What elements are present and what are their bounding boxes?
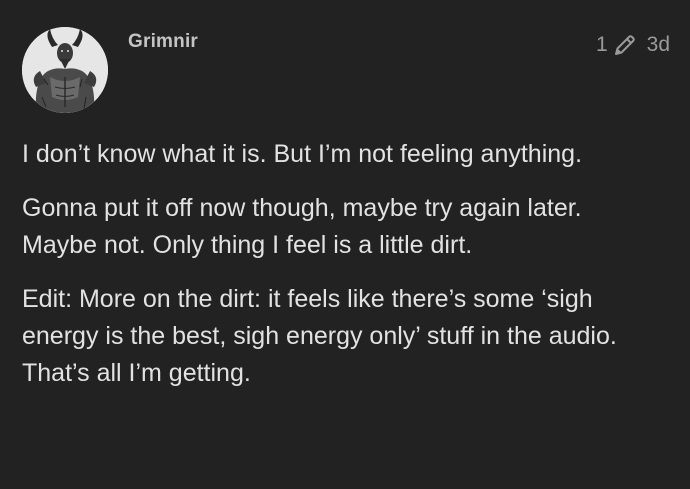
- post-paragraph: Edit: More on the dirt: it feels like th…: [22, 285, 617, 387]
- pencil-icon[interactable]: [613, 33, 637, 57]
- avatar-illustration: [22, 27, 108, 113]
- edit-count[interactable]: 1: [596, 33, 608, 57]
- post-paragraph: Gonna put it off now though, maybe try a…: [22, 194, 582, 259]
- post-content: I don’t know what it is. But I’m not fee…: [22, 136, 662, 409]
- username[interactable]: Grimnir: [128, 31, 198, 53]
- post-paragraph: I don’t know what it is. But I’m not fee…: [22, 140, 583, 168]
- forum-post: Grimnir 1 3d I don’t know what it is. Bu…: [0, 0, 690, 489]
- user-avatar[interactable]: [22, 27, 108, 113]
- post-date[interactable]: 3d: [647, 33, 670, 57]
- post-meta: 1 3d: [596, 33, 670, 57]
